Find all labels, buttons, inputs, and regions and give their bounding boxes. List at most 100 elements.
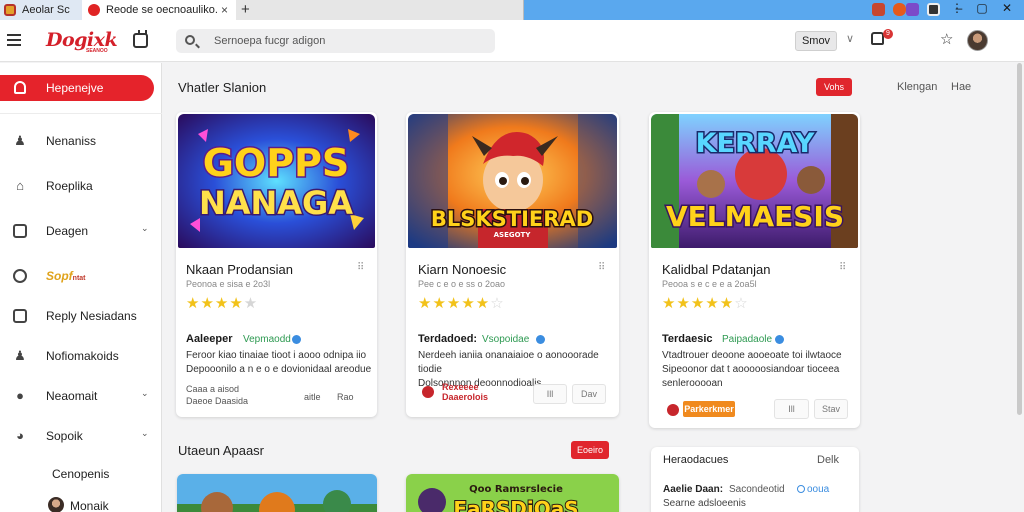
sidebar-item[interactable]: ♟ Nenaniss xyxy=(0,129,162,153)
card-meta-link[interactable]: aitle xyxy=(304,392,321,402)
game-card[interactable]: GOPPS NANAGA Nkaan Prodansian ⠿ Peonoa e… xyxy=(176,112,377,417)
section-title: Vhatler Slanion xyxy=(178,80,267,95)
star-rating: ★★★★★☆ xyxy=(418,295,505,312)
verified-icon xyxy=(536,335,545,344)
sidebar-item[interactable]: ♟ Nofiomakoids xyxy=(0,344,162,368)
new-tab-area[interactable]: + xyxy=(236,0,524,20)
game-card[interactable]: Qoo Ramsrslecie EaRSDiOaS xyxy=(406,474,619,512)
calendar-icon xyxy=(13,309,27,323)
panel-title: Heraodacues xyxy=(663,454,729,466)
card-action-button[interactable]: Stav xyxy=(814,399,848,419)
game-card[interactable]: KERRAY VELMAESIS Kalidbal Pdatanjan ⠿ Pe… xyxy=(649,112,860,428)
sidebar-item[interactable]: ● Neaomait ⌄ xyxy=(0,384,162,408)
sidebar-item-active[interactable]: Hepenejve xyxy=(0,75,154,101)
panel-row-label: Aaelie Daan: xyxy=(663,484,724,495)
browser-tab-active[interactable]: Reode se oecnoauliko. × xyxy=(82,0,236,20)
sidebar-item-label: Roeplika xyxy=(46,179,93,193)
extension-icon[interactable] xyxy=(906,3,919,16)
game-card[interactable] xyxy=(177,474,377,512)
sidebar: Hepenejve ♟ Nenaniss ⌂ Roeplika Deagen ⌄… xyxy=(0,63,162,512)
notification-badge: 9 xyxy=(883,29,893,39)
card-subtitle: Peonoa e sisa e 2o3l xyxy=(186,279,271,289)
sidebar-item-label: Nofiomakoids xyxy=(46,349,119,363)
document-icon xyxy=(13,224,27,238)
new-tab-icon[interactable]: + xyxy=(241,1,250,18)
card-title[interactable]: Kiarn Nonoesic xyxy=(418,262,506,277)
search-input[interactable] xyxy=(214,33,484,49)
calendar-icon[interactable] xyxy=(133,30,148,48)
card-title[interactable]: Kalidbal Pdatanjan xyxy=(662,262,770,277)
maximize-window-icon[interactable]: ▢ xyxy=(974,1,990,15)
card-meta-link[interactable]: Rao xyxy=(337,392,354,402)
section-link[interactable]: Hae xyxy=(951,81,971,93)
user-avatar[interactable] xyxy=(967,30,988,51)
section-title: Utaeun Apaasr xyxy=(178,443,265,458)
cover-art-title: KERRAY xyxy=(696,128,815,159)
show-button[interactable]: Smov xyxy=(795,31,837,51)
brand-logo-icon xyxy=(422,386,434,398)
hamburger-menu-icon[interactable] xyxy=(7,34,21,46)
card-action-button[interactable]: Ill xyxy=(533,384,567,404)
star-rating: ★★★★★☆ xyxy=(662,295,749,312)
tab-close-icon[interactable]: × xyxy=(221,3,228,17)
card-action-button[interactable]: Ill xyxy=(774,399,809,419)
star-rating: ★★★★★ xyxy=(186,295,259,312)
cover-art-subtitle: NANAGA xyxy=(199,184,353,222)
sidebar-item[interactable]: Sopfntat xyxy=(0,264,162,288)
tab-label: Reode se oecnoauliko. xyxy=(106,4,218,16)
chat-icon: ◕ xyxy=(16,428,24,443)
profile-extension-icon[interactable] xyxy=(927,3,940,16)
verified-icon xyxy=(775,335,784,344)
sidebar-item[interactable]: Deagen ⌄ xyxy=(0,219,162,243)
close-window-icon[interactable]: ✕ xyxy=(999,1,1015,15)
card-menu-icon[interactable]: ⠿ xyxy=(357,262,364,273)
card-author: Terdaesic xyxy=(662,333,713,345)
panel-link[interactable]: Delk xyxy=(817,454,839,466)
sidebar-item[interactable]: ◕ Sopoik ⌄ xyxy=(0,424,162,448)
section-link[interactable]: Klengan xyxy=(897,81,937,93)
verified-icon xyxy=(292,335,301,344)
panel-row-value: Sacondeotid xyxy=(729,484,785,495)
card-title[interactable]: Nkaan Prodansian xyxy=(186,262,293,277)
panel-row-extra[interactable]: ooua xyxy=(807,484,829,495)
card-meta: Caaa a aisod Daeoe Daasida xyxy=(186,384,249,406)
section-pill-button[interactable]: Eoeiro xyxy=(571,441,609,459)
sidebar-item[interactable]: Reply Nesiadans xyxy=(0,304,162,328)
browser-tab[interactable]: Aeolar Sc xyxy=(0,0,82,20)
card-subtitle: Peooa s e c e e a 2oa5l xyxy=(662,279,757,289)
avatar xyxy=(48,497,64,512)
card-description: Vtadtrouer deoone aooeoate toi ilwtaoce … xyxy=(662,350,842,389)
game-cover-image[interactable]: KERRAY VELMAESIS xyxy=(651,114,858,248)
publisher-tag: Parkerkmer xyxy=(683,401,735,417)
app-logo-subtitle: SEANOO xyxy=(86,48,108,54)
game-cover-image[interactable] xyxy=(177,474,377,512)
game-cover-image[interactable]: GOPPS NANAGA xyxy=(178,114,375,248)
sidebar-subitem[interactable]: Cenopenis xyxy=(52,467,109,481)
star-icon[interactable]: ☆ xyxy=(940,30,953,48)
extension-icon[interactable] xyxy=(893,3,906,16)
extension-icon[interactable] xyxy=(872,3,885,16)
scrollbar[interactable] xyxy=(1017,63,1022,415)
game-cover-image[interactable]: Qoo Ramsrslecie EaRSDiOaS xyxy=(406,474,619,512)
info-panel: Heraodacues Delk Aaelie Daan: Sacondeoti… xyxy=(651,447,859,512)
card-menu-icon[interactable]: ⠿ xyxy=(598,262,605,273)
cover-art-subtitle: VELMAESIS xyxy=(666,200,844,233)
verified-label: Vsopoidae xyxy=(482,334,530,345)
search-bar[interactable] xyxy=(176,29,495,53)
tab-label: Aeolar Sc xyxy=(22,4,70,16)
chevron-down-icon[interactable]: ∨ xyxy=(846,32,854,45)
cover-art-title: BLSKSTIERAD xyxy=(431,207,593,231)
sidebar-item[interactable]: ⌂ Roeplika xyxy=(0,174,162,198)
cover-art-title: Qoo Ramsrslecie xyxy=(469,484,563,495)
card-menu-icon[interactable]: ⠿ xyxy=(839,262,846,273)
section-pill-button[interactable]: Vohs xyxy=(816,78,852,96)
app-header: Dogixk SEANOO Smov ∨ 9 ☆ xyxy=(0,20,1024,62)
search-icon xyxy=(185,35,195,45)
minimize-window-icon[interactable]: – xyxy=(951,1,967,15)
card-subtitle: Pee c e o e ss o 2oao xyxy=(418,279,506,289)
card-author: Aaleeper xyxy=(186,333,233,345)
game-card[interactable]: BLSKSTIERAD ASEGOTY Kiarn Nonoesic ⠿ Pee… xyxy=(406,112,619,417)
game-cover-image[interactable]: BLSKSTIERAD ASEGOTY xyxy=(408,114,617,248)
card-action-button[interactable]: Dav xyxy=(572,384,606,404)
sidebar-subitem[interactable]: Monaik xyxy=(70,499,109,512)
